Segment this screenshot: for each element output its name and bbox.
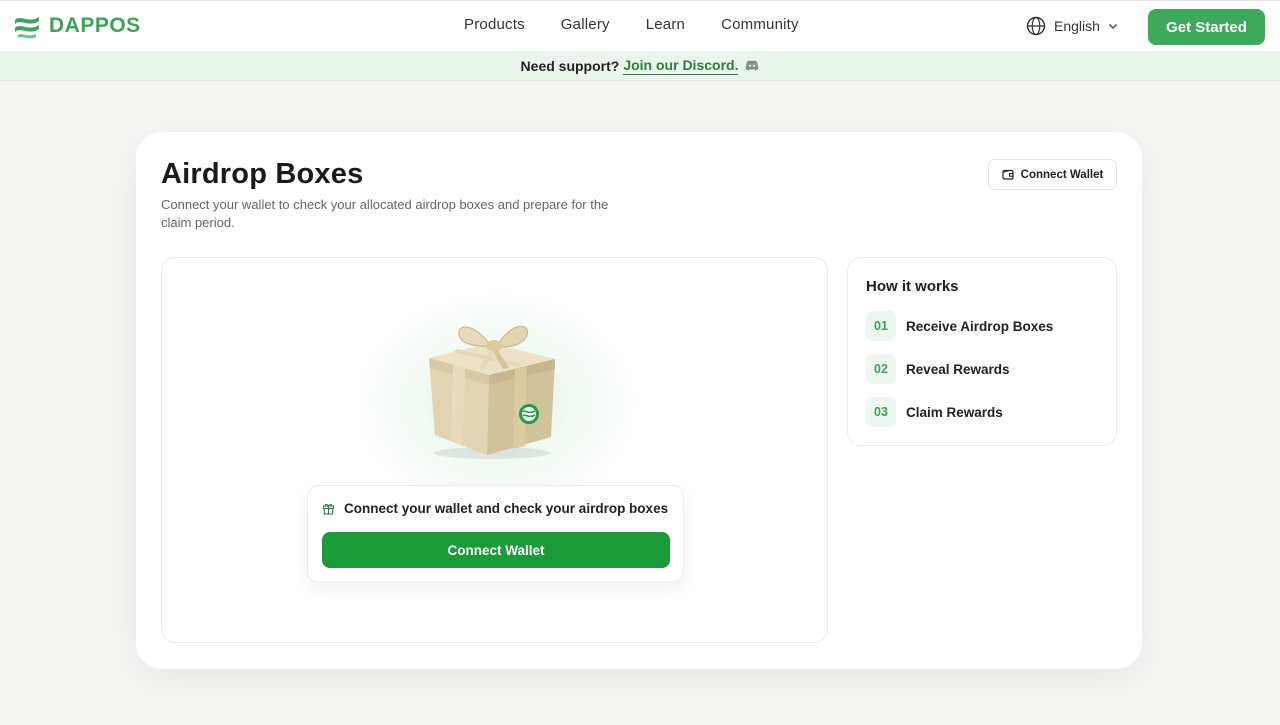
brand-name: DAPPOS	[49, 14, 141, 37]
connect-prompt-box: Connect your wallet and check your airdr…	[307, 485, 684, 583]
main-nav: Products Gallery Learn Community	[464, 16, 799, 33]
gift-box-image	[429, 326, 555, 459]
airdrop-card: Airdrop Boxes Connect your wallet to che…	[136, 132, 1142, 669]
logo-icon	[15, 17, 39, 39]
step-label: Claim Rewards	[906, 404, 1003, 420]
logo[interactable]: DAPPOS	[12, 11, 141, 41]
discord-icon[interactable]	[745, 60, 759, 71]
page-title: Airdrop Boxes	[161, 158, 364, 190]
nav-community[interactable]: Community	[721, 16, 799, 33]
airdrop-box-panel: Connect your wallet and check your airdr…	[161, 257, 828, 643]
connect-message-text: Connect your wallet and check your airdr…	[344, 501, 669, 516]
discord-link[interactable]: Join our Discord.	[623, 57, 739, 75]
step-item: 03 Claim Rewards	[866, 397, 1003, 427]
nav-products[interactable]: Products	[464, 16, 525, 33]
nav-learn[interactable]: Learn	[646, 16, 685, 33]
language-label: English	[1054, 18, 1100, 34]
how-it-works-title: How it works	[866, 278, 959, 295]
step-label: Receive Airdrop Boxes	[906, 318, 1054, 334]
connect-message: Connect your wallet and check your airdr…	[322, 501, 668, 516]
connect-wallet-header-label: Connect Wallet	[1020, 168, 1104, 181]
support-text: Need support?	[520, 57, 620, 74]
step-label: Reveal Rewards	[906, 361, 1010, 377]
gift-icon	[322, 503, 335, 515]
step-item: 01 Receive Airdrop Boxes	[866, 311, 1053, 341]
connect-wallet-header-button[interactable]: Connect Wallet	[988, 159, 1117, 190]
nav-gallery[interactable]: Gallery	[561, 16, 610, 33]
top-navbar: DAPPOS Products Gallery Learn Community …	[0, 0, 1280, 51]
page-subtitle: Connect your wallet to check your alloca…	[161, 197, 609, 230]
connect-wallet-button[interactable]: Connect Wallet	[322, 532, 670, 568]
globe-icon	[1026, 16, 1046, 36]
step-number: 01	[866, 311, 896, 341]
step-item: 02 Reveal Rewards	[866, 354, 1010, 384]
step-number: 03	[866, 397, 896, 427]
chevron-down-icon	[1108, 24, 1117, 29]
get-started-button[interactable]: Get Started	[1148, 9, 1265, 45]
language-selector[interactable]: English	[1026, 16, 1126, 36]
wallet-icon	[1002, 169, 1014, 180]
step-number: 02	[866, 354, 896, 384]
support-banner: Need support? Join our Discord.	[0, 51, 1280, 81]
how-it-works-panel: How it works 01 Receive Airdrop Boxes 02…	[847, 257, 1117, 446]
